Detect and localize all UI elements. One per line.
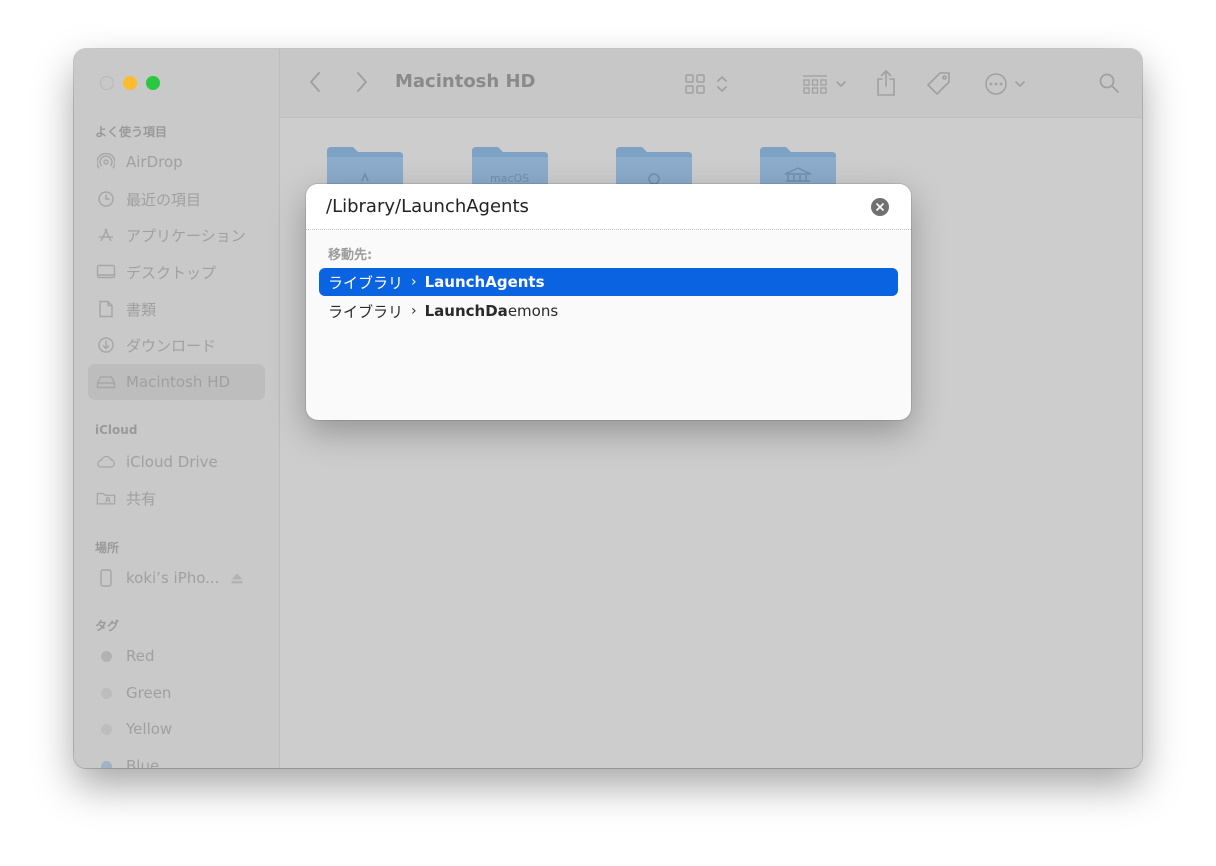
document-icon xyxy=(96,299,116,319)
sidebar-item-icloud-drive[interactable]: iCloud Drive xyxy=(88,444,265,480)
chevron-down-icon xyxy=(835,79,847,89)
chevron-down-icon xyxy=(1014,79,1026,89)
sidebar-item-label: AirDrop xyxy=(126,153,183,171)
sidebar: よく使う項目 AirDrop 最近の項目 アプリケーション デスクトップ 書類 … xyxy=(74,49,280,768)
sidebar-item-recents[interactable]: 最近の項目 xyxy=(88,181,265,217)
share-icon xyxy=(875,69,897,97)
goto-section-label: 移動先: xyxy=(328,248,373,263)
suggestion-match: LaunchDa xyxy=(424,302,508,320)
close-window-button[interactable] xyxy=(100,76,114,90)
airdrop-icon xyxy=(96,152,116,172)
folder-icon[interactable]: macOS xyxy=(470,145,550,187)
sidebar-item-tag-yellow[interactable]: Yellow xyxy=(88,711,265,747)
sidebar-item-applications[interactable]: アプリケーション xyxy=(88,217,265,253)
zoom-window-button[interactable] xyxy=(146,76,160,90)
traffic-lights xyxy=(100,76,160,90)
back-button[interactable] xyxy=(308,71,322,93)
iphone-icon xyxy=(96,568,116,588)
sidebar-heading-tags: タグ xyxy=(95,619,120,633)
sidebar-item-desktop[interactable]: デスクトップ xyxy=(88,254,265,290)
download-icon xyxy=(96,335,116,355)
suggestion-parent: ライブラリ xyxy=(328,302,404,321)
sidebar-heading-locations: 場所 xyxy=(95,541,120,555)
folder-icon[interactable] xyxy=(325,145,405,187)
tag-icon xyxy=(926,71,952,97)
search-icon xyxy=(1098,72,1120,94)
action-menu-button[interactable] xyxy=(984,72,1026,96)
ellipsis-circle-icon xyxy=(984,72,1008,96)
window-title: Macintosh HD xyxy=(395,71,536,92)
sidebar-item-macintosh-hd[interactable]: Macintosh HD xyxy=(88,364,265,400)
chevron-updown-icon xyxy=(716,74,728,94)
tag-button[interactable] xyxy=(926,71,952,97)
grid-icon xyxy=(684,73,706,95)
sidebar-item-label: Yellow xyxy=(126,720,173,738)
folder-icon[interactable] xyxy=(614,145,694,187)
sidebar-item-label: 共有 xyxy=(126,489,157,508)
tag-dot-icon xyxy=(96,646,116,666)
suggestion-item[interactable]: ライブラリ › LaunchDa emons xyxy=(319,297,898,325)
group-icon xyxy=(802,73,828,95)
cloud-icon xyxy=(96,452,116,472)
sidebar-item-iphone[interactable]: koki’s iPho... xyxy=(88,560,265,596)
sidebar-item-documents[interactable]: 書類 xyxy=(88,291,265,327)
sidebar-heading-favorites: よく使う項目 xyxy=(95,125,168,139)
tag-dot-icon xyxy=(96,719,116,739)
chevron-right-icon: › xyxy=(411,303,417,319)
sidebar-item-downloads[interactable]: ダウンロード xyxy=(88,327,265,363)
close-icon xyxy=(876,203,884,211)
view-mode-button[interactable] xyxy=(684,73,728,95)
clear-input-button[interactable] xyxy=(871,198,889,216)
suggestion-parent: ライブラリ xyxy=(328,273,404,292)
folder-icon[interactable] xyxy=(758,145,838,187)
sidebar-item-airdrop[interactable]: AirDrop xyxy=(88,144,265,180)
clock-icon xyxy=(96,189,116,209)
sidebar-item-label: 最近の項目 xyxy=(126,190,202,209)
sidebar-item-label: 書類 xyxy=(126,300,157,319)
applications-icon xyxy=(96,225,116,245)
sidebar-item-tag-blue[interactable]: Blue xyxy=(88,748,265,768)
disk-icon xyxy=(96,372,116,392)
share-button[interactable] xyxy=(875,69,897,97)
sidebar-item-tag-red[interactable]: Red xyxy=(88,638,265,674)
chevron-right-icon: › xyxy=(411,274,417,290)
sidebar-item-label: ダウンロード xyxy=(126,336,217,355)
sidebar-item-label: アプリケーション xyxy=(126,226,246,245)
suggestion-match: LaunchAgents xyxy=(424,273,545,291)
go-to-folder-dialog: 移動先: ライブラリ › LaunchAgents ライブラリ › Launch… xyxy=(306,184,911,420)
sidebar-heading-icloud: iCloud xyxy=(95,423,138,437)
shared-folder-icon xyxy=(96,488,116,508)
sidebar-item-shared[interactable]: 共有 xyxy=(88,480,265,516)
path-input[interactable] xyxy=(306,184,911,230)
search-button[interactable] xyxy=(1098,72,1120,94)
sidebar-item-label: iCloud Drive xyxy=(126,453,218,471)
minimize-window-button[interactable] xyxy=(123,76,137,90)
forward-button[interactable] xyxy=(355,71,369,93)
sidebar-item-label: Macintosh HD xyxy=(126,373,231,391)
sidebar-item-label: Red xyxy=(126,647,155,665)
eject-icon[interactable] xyxy=(231,573,243,584)
sidebar-item-label: Green xyxy=(126,684,172,702)
group-button[interactable] xyxy=(802,73,847,95)
suggestion-rest: emons xyxy=(507,302,559,320)
sidebar-item-label: koki’s iPho... xyxy=(126,569,220,587)
sidebar-item-label: Blue xyxy=(126,757,160,768)
desktop-icon xyxy=(96,262,116,282)
tag-dot-icon xyxy=(96,756,116,768)
toolbar: Macintosh HD xyxy=(280,49,1142,118)
sidebar-item-label: デスクトップ xyxy=(126,263,217,282)
sidebar-item-tag-green[interactable]: Green xyxy=(88,675,265,711)
suggestion-item[interactable]: ライブラリ › LaunchAgents xyxy=(319,268,898,296)
tag-dot-icon xyxy=(96,683,116,703)
